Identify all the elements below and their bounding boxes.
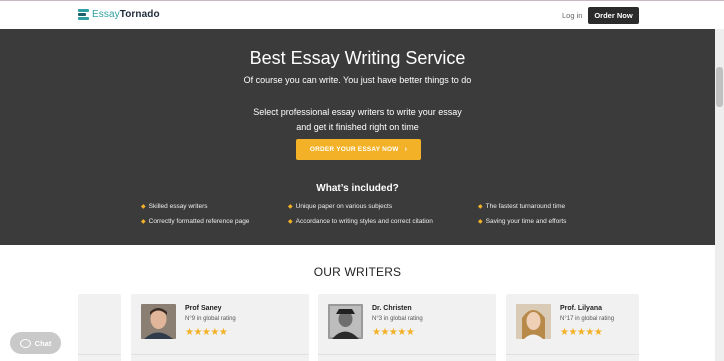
writer-rank: N°17 in global rating <box>560 316 615 322</box>
feature-item: ◆ Unique paper on various subjects <box>288 203 393 210</box>
chat-bubble-icon <box>19 338 31 348</box>
page-scrollbar[interactable] <box>715 29 724 361</box>
chevron-right-icon: › <box>404 146 408 153</box>
login-link[interactable]: Log in <box>562 11 582 20</box>
rating-stars: ★★★★★ <box>372 327 415 338</box>
diamond-icon: ◆ <box>288 204 293 210</box>
diamond-icon: ◆ <box>478 219 483 225</box>
logo-text-part1: Essay <box>92 9 120 20</box>
writer-avatar <box>141 304 176 339</box>
feature-item: ◆ The fastest turnaround time <box>478 203 566 210</box>
writer-card[interactable]: Dr. Christen N°3 in global rating ★★★★★ <box>318 294 496 361</box>
rating-stars: ★★★★★ <box>560 327 603 338</box>
writer-name: Dr. Christen <box>372 305 412 312</box>
essaytornado-logo[interactable]: EssayTornado <box>78 9 160 20</box>
writer-rank: N°9 in global rating <box>185 316 236 322</box>
feature-item: ◆ Saving your time and efforts <box>478 218 567 225</box>
writer-card[interactable]: Prof Saney N°9 in global rating ★★★★★ <box>131 294 309 361</box>
diamond-icon: ◆ <box>288 219 293 225</box>
chat-button[interactable]: Chat <box>10 332 61 354</box>
hero-description-line1: Select professional essay writers to wri… <box>253 107 462 117</box>
writer-avatar <box>328 304 363 339</box>
writer-name: Prof. Lilyana <box>560 305 603 312</box>
diamond-icon: ◆ <box>478 204 483 210</box>
logo-text-part2: Tornado <box>119 9 160 20</box>
feature-item: ◆ Correctly formatted reference page <box>141 218 250 225</box>
diamond-icon: ◆ <box>141 219 146 225</box>
hero-description-line2: and get it finished right on time <box>296 122 419 132</box>
hero-title: Best Essay Writing Service <box>249 48 466 68</box>
writer-card[interactable]: Prof. Lilyana N°17 in global rating ★★★★… <box>506 294 639 361</box>
order-now-button[interactable]: Order Now <box>588 7 639 24</box>
writer-card-partial[interactable] <box>78 294 121 361</box>
cta-label: ORDER YOUR ESSAY NOW <box>309 146 399 153</box>
top-navigation-bar: EssayTornado Log in Order Now <box>0 0 724 29</box>
included-title: What’s included? <box>316 183 399 194</box>
writer-avatar <box>516 304 551 339</box>
writer-name: Prof Saney <box>185 305 222 312</box>
feature-item: ◆ Accordance to writing styles and correc… <box>288 218 433 225</box>
chat-label: Chat <box>34 338 52 348</box>
hero-section: Best Essay Writing Service Of course you… <box>0 29 715 245</box>
rating-stars: ★★★★★ <box>185 327 228 338</box>
our-writers-title: OUR WRITERS <box>313 265 402 279</box>
scrollbar-thumb[interactable] <box>716 67 723 107</box>
writer-rank: N°3 in global rating <box>372 316 423 322</box>
logo-icon <box>78 9 89 20</box>
feature-item: ◆ Skilled essay writers <box>141 203 208 210</box>
hero-subtitle: Of course you can write. You just have b… <box>243 75 472 85</box>
diamond-icon: ◆ <box>141 204 146 210</box>
hero-description: Select professional essay writers to wri… <box>0 105 715 135</box>
order-your-essay-button[interactable]: ORDER YOUR ESSAY NOW › <box>296 139 421 160</box>
